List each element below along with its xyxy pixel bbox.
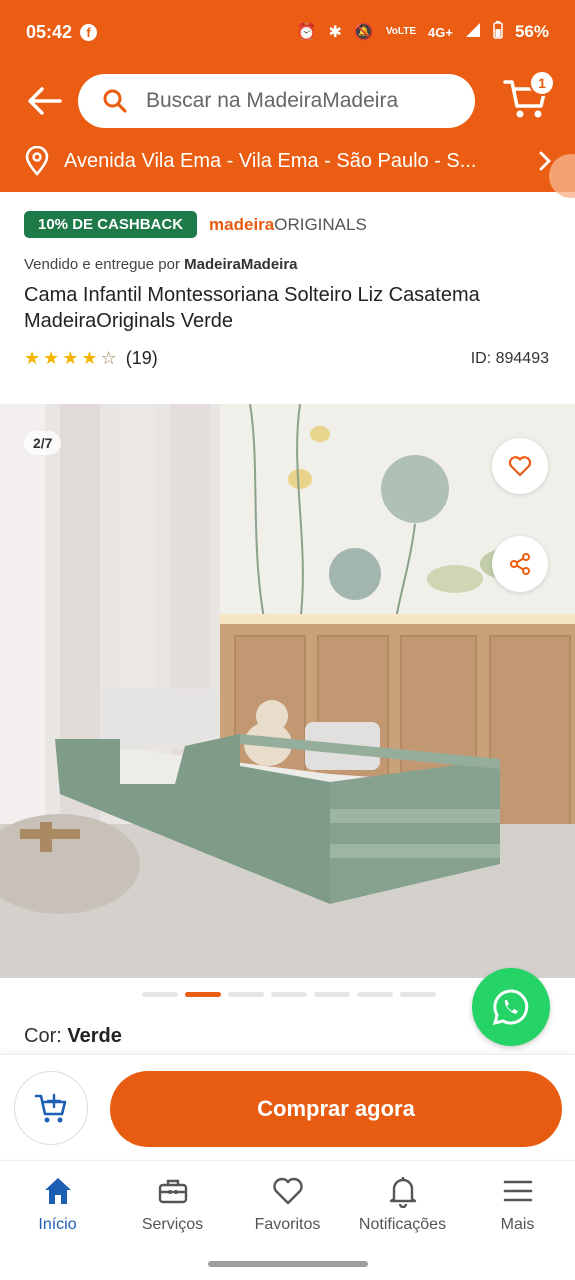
pagination-dot[interactable] <box>357 992 393 997</box>
battery-icon <box>493 20 503 44</box>
menu-icon <box>503 1180 532 1201</box>
star-filled-icon: ★ <box>62 348 79 368</box>
gallery-pagination <box>142 992 436 997</box>
product-image-gallery[interactable]: 2/7 <box>0 404 575 978</box>
cashback-badge: 10% DE CASHBACK <box>24 211 198 238</box>
facebook-icon: f <box>80 23 98 41</box>
search-row: Buscar na MadeiraMadeira 1 <box>22 70 555 130</box>
add-to-cart-button[interactable] <box>14 1071 88 1145</box>
color-value: Verde <box>67 1025 122 1047</box>
alarm-icon: ⏰ <box>296 24 317 41</box>
signal-icon <box>465 22 481 43</box>
bell-icon <box>389 1176 416 1208</box>
delivery-address[interactable]: Avenida Vila Ema - Vila Ema - São Paulo … <box>24 144 555 178</box>
status-bar: 05:42 f ⏰ ✱ 🔕 VoLTE 4G+ 56% <box>26 18 549 46</box>
pagination-dot[interactable] <box>314 992 350 997</box>
cart-button[interactable]: 1 <box>503 70 555 126</box>
share-icon <box>510 553 530 575</box>
brand-logo: madeiraORIGINALS <box>209 215 367 235</box>
product-title: Cama Infantil Montessoriana Solteiro Liz… <box>24 284 480 332</box>
home-indicator[interactable] <box>208 1261 368 1267</box>
purchase-bar: Comprar agora <box>0 1054 575 1158</box>
pagination-dot[interactable] <box>400 992 436 997</box>
location-pin-icon <box>25 146 49 176</box>
gallery-counter: 2/7 <box>24 431 62 455</box>
seller-name: MadeiraMadeira <box>184 256 298 273</box>
pagination-dot[interactable] <box>228 992 264 997</box>
rating-count: (19) <box>125 348 158 368</box>
toolbox-icon <box>158 1179 187 1203</box>
nav-label: Início <box>38 1215 77 1233</box>
product-id: ID: 894493 <box>470 349 549 367</box>
search-placeholder: Buscar na MadeiraMadeira <box>146 89 399 112</box>
star-empty-icon: ☆ <box>100 348 117 368</box>
color-label: Cor: <box>24 1025 68 1047</box>
star-filled-icon: ★ <box>24 348 41 368</box>
brand-logo-rest: ORIGINALS <box>274 214 367 234</box>
seller-prefix: Vendido e entregue por <box>24 256 185 273</box>
nav-item-inicio[interactable]: Início <box>0 1161 115 1246</box>
nav-item-servicos[interactable]: Serviços <box>115 1161 230 1246</box>
heart-icon <box>508 456 532 477</box>
nav-item-favoritos[interactable]: Favoritos <box>230 1161 345 1246</box>
favorite-button[interactable] <box>492 438 548 494</box>
nav-item-notificacoes[interactable]: Notificações <box>345 1161 460 1246</box>
nav-label: Notificações <box>358 1215 447 1233</box>
seller-info: Vendido e entregue por MadeiraMadeira <box>24 256 298 273</box>
whatsapp-icon <box>492 989 529 1026</box>
volte-indicator: VoLTE <box>385 26 417 37</box>
bottom-navigation: Início Serviços Favoritos Notificações M… <box>0 1160 575 1246</box>
product-badges: 10% DE CASHBACK madeiraORIGINALS <box>24 211 367 238</box>
arrow-left-icon <box>28 87 62 115</box>
mute-icon: 🔕 <box>353 24 374 41</box>
rating-row: ★ ★ ★ ★ ☆ (19) ID: 894493 <box>24 348 549 369</box>
cart-count-badge: 1 <box>529 70 555 96</box>
star-filled-icon: ★ <box>81 348 98 368</box>
star-filled-icon: ★ <box>43 348 60 368</box>
buy-now-button[interactable]: Comprar agora <box>110 1071 562 1147</box>
bluetooth-icon: ✱ <box>328 24 342 41</box>
pagination-dot[interactable] <box>271 992 307 997</box>
share-button[interactable] <box>492 536 548 592</box>
product-image <box>0 404 575 978</box>
pagination-dot-active[interactable] <box>185 992 221 997</box>
nav-label: Mais <box>500 1215 535 1233</box>
network-indicator: 4G+ <box>428 24 453 40</box>
nav-label: Serviços <box>141 1215 204 1233</box>
cart-add-icon <box>34 1093 67 1123</box>
pagination-dot[interactable] <box>142 992 178 997</box>
status-time: 05:42 <box>26 21 73 42</box>
nav-label: Favoritos <box>254 1215 321 1233</box>
search-icon <box>103 89 127 113</box>
whatsapp-button[interactable] <box>472 968 550 1046</box>
app-header: 05:42 f ⏰ ✱ 🔕 VoLTE 4G+ 56% Buscar na Ma… <box>0 0 575 198</box>
battery-level: 56% <box>514 22 549 41</box>
home-icon <box>44 1177 71 1204</box>
heart-icon <box>272 1177 303 1204</box>
brand-logo-bold: madeira <box>209 214 275 234</box>
address-text: Avenida Vila Ema - Vila Ema - São Paulo … <box>64 149 477 172</box>
search-input[interactable]: Buscar na MadeiraMadeira <box>78 74 475 128</box>
nav-item-mais[interactable]: Mais <box>460 1161 575 1246</box>
back-button[interactable] <box>22 79 66 123</box>
color-selector: Cor: Verde <box>24 1025 122 1048</box>
rating-stars[interactable]: ★ ★ ★ ★ ☆ (19) <box>24 348 158 369</box>
